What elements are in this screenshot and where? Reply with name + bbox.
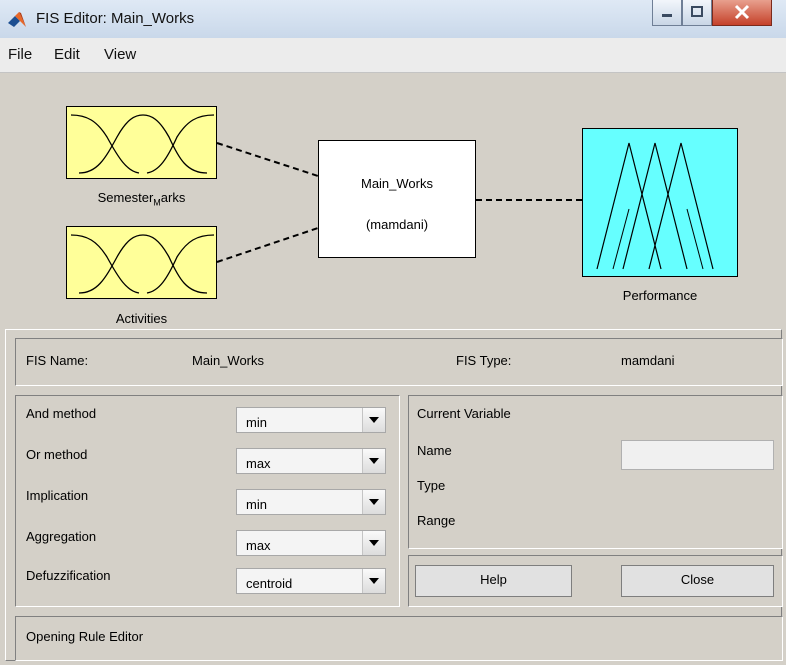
variable-name-field[interactable] [621, 440, 774, 470]
fis-type-value: mamdani [621, 353, 675, 368]
current-variable-heading: Current Variable [417, 406, 511, 421]
fis-system-box[interactable]: Main_Works (mamdani) [318, 140, 476, 258]
output-variable-performance[interactable] [582, 128, 738, 277]
input-label-activities: Activities [115, 311, 168, 326]
methods-frame: And method min Or method max Implication… [15, 395, 400, 607]
chevron-down-icon [369, 499, 379, 505]
output-label-performance: Performance [622, 288, 698, 303]
or-method-label: Or method [26, 447, 88, 462]
aggregation-label: Aggregation [26, 529, 97, 544]
membership-functions-icon [596, 142, 714, 270]
fis-name-label: FIS Name: [26, 353, 89, 368]
system-name: Main_Works [360, 176, 433, 191]
membership-functions-icon [70, 234, 215, 294]
variable-name-label: Name [417, 443, 452, 458]
chevron-down-icon [369, 540, 379, 546]
variable-type-label: Type [417, 478, 446, 493]
input-variable-activities[interactable] [66, 226, 217, 299]
membership-functions-icon [70, 114, 215, 174]
implication-select[interactable]: min [236, 489, 386, 515]
variable-range-label: Range [417, 513, 456, 528]
chevron-down-icon [369, 458, 379, 464]
buttons-frame: Help Close [408, 555, 783, 607]
chevron-down-icon [369, 578, 379, 584]
status-bar: Opening Rule Editor [15, 616, 783, 661]
input-label-semester-marks: SemesterMarks [97, 190, 186, 208]
or-method-select[interactable]: max [236, 448, 386, 474]
current-variable-frame: Current Variable Name Type Range [408, 395, 783, 549]
status-message: Opening Rule Editor [26, 629, 144, 644]
input-variable-semester-marks[interactable] [66, 106, 217, 179]
fis-type-label: FIS Type: [456, 353, 512, 368]
and-method-label: And method [26, 406, 97, 421]
defuzzification-select[interactable]: centroid [236, 568, 386, 594]
chevron-down-icon [369, 417, 379, 423]
defuzzification-label: Defuzzification [26, 568, 111, 583]
fis-name-value: Main_Works [192, 353, 265, 368]
help-button[interactable]: Help [415, 565, 572, 597]
fis-info-frame: FIS Name: Main_Works FIS Type: mamdani [15, 338, 783, 386]
close-button[interactable]: Close [621, 565, 774, 597]
implication-label: Implication [26, 488, 89, 503]
system-type: (mamdani) [365, 217, 429, 232]
aggregation-select[interactable]: max [236, 530, 386, 556]
and-method-select[interactable]: min [236, 407, 386, 433]
